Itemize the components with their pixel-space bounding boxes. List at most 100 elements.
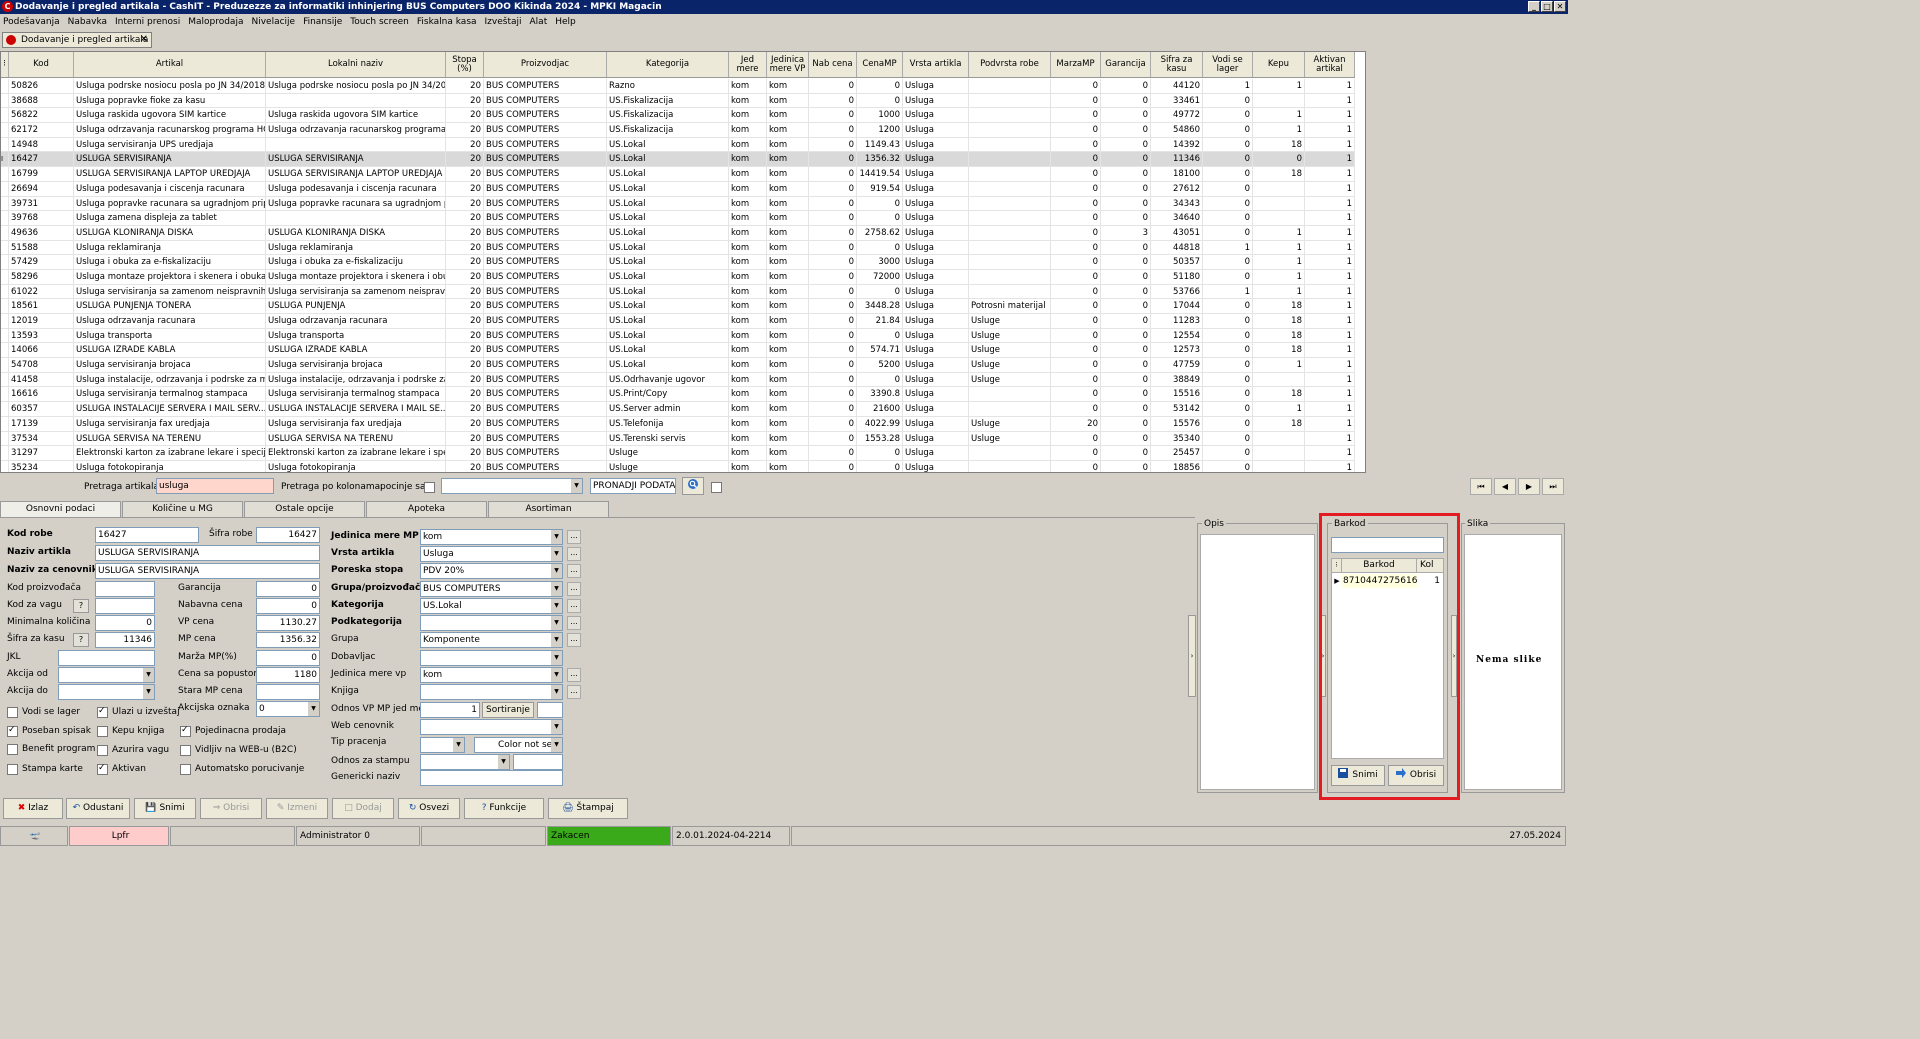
nabavna-field[interactable]: 0 <box>256 598 320 614</box>
menu-item-9[interactable]: Alat <box>530 14 548 31</box>
kod-vagu-help-button[interactable]: ? <box>73 599 89 613</box>
column-header[interactable]: Proizvodjac <box>484 52 607 77</box>
kod-vagu-field[interactable] <box>95 598 155 614</box>
sifra-kasu-field[interactable]: 11346 <box>95 632 155 648</box>
table-row[interactable]: 12019 Usluga odrzavanja racunara Usluga od… <box>1 314 1355 329</box>
min-kol-field[interactable]: 0 <box>95 615 155 631</box>
column-header[interactable]: Lokalni naziv <box>266 52 446 77</box>
menu-item-0[interactable]: Podešavanja <box>3 14 60 31</box>
kategorija-select[interactable]: US.Lokal <box>420 598 563 614</box>
menu-item-1[interactable]: Nabavka <box>68 14 107 31</box>
odnos-stampu-select[interactable] <box>420 754 510 770</box>
table-row[interactable]: 18561 USLUGA PUNJENJA TONERA USLUGA PUNJEN… <box>1 299 1355 314</box>
close-tab-icon[interactable]: ✕ <box>140 33 148 47</box>
popust-field[interactable]: 1180 <box>256 667 320 683</box>
menu-item-4[interactable]: Nivelacije <box>251 14 295 31</box>
column-header[interactable]: MarzaMP <box>1051 52 1101 77</box>
grupa-proiz-more-button[interactable]: ... <box>567 582 581 596</box>
table-row[interactable]: 60357 USLUGA INSTALACIJE SERVERA I MAIL S… <box>1 402 1355 417</box>
column-header[interactable]: Jed mere <box>729 52 767 77</box>
toolbar-button-6[interactable]: ↻ Osvezi <box>398 798 460 819</box>
menu-item-6[interactable]: Touch screen <box>350 14 409 31</box>
table-row[interactable]: 14948 Usluga servisiranja UPS uredjaja 20 B… <box>1 137 1355 153</box>
tab-1[interactable]: Količine u MG <box>122 501 243 517</box>
checkbox-7[interactable]: Vidljiv na WEB-u (B2C) <box>180 744 297 756</box>
toolbar-button-0[interactable]: ✖ Izlaz <box>3 798 63 819</box>
toolbar-button-8[interactable]: 🖨 Štampaj <box>548 798 628 819</box>
garancija-field[interactable]: 0 <box>256 581 320 597</box>
mp-field[interactable]: 1356.32 <box>256 632 320 648</box>
table-row[interactable]: 35234 Usluga fotokopiranja Usluga fotokopi… <box>1 460 1355 472</box>
sifra-kasu-help-button[interactable]: ? <box>73 633 89 647</box>
table-row[interactable]: 13593 Usluga transporta Usluga transporta 2… <box>1 328 1355 344</box>
column-header[interactable]: Sifra za kasu <box>1151 52 1203 77</box>
checkbox-1[interactable]: Ulazi u izveštaj <box>97 705 180 718</box>
column-header[interactable]: Podvrsta robe <box>969 52 1051 77</box>
stara-mp-field[interactable] <box>256 684 320 700</box>
menu-item-3[interactable]: Maloprodaja <box>188 14 243 31</box>
web-cenovnik-select[interactable] <box>420 719 563 735</box>
table-row[interactable]: 14066 USLUGA IZRADE KABLA USLUGA IZRADE KA… <box>1 343 1355 359</box>
column-header[interactable]: Aktivan artikal <box>1305 52 1355 77</box>
toolbar-button-1[interactable]: ↶ Odustani <box>66 798 130 819</box>
checkbox-4[interactable]: Pojedinacna prodaja <box>180 724 286 737</box>
last-record-button[interactable]: ⏭ <box>1542 478 1564 495</box>
table-row[interactable]: 62172 Usluga odrzavanja racunarskog progr… <box>1 123 1355 138</box>
table-row[interactable]: 26694 Usluga podesavanja i ciscenja racun… <box>1 181 1355 197</box>
menu-item-2[interactable]: Interni prenosi <box>115 14 180 31</box>
column-select[interactable] <box>441 478 583 494</box>
toolbar-button-7[interactable]: ? Funkcije <box>464 798 544 819</box>
tab-0[interactable]: Osnovni podaci <box>0 501 121 517</box>
akcijska-select[interactable]: 0 <box>256 701 320 717</box>
kod-robe-field[interactable]: 16427 <box>95 527 199 543</box>
toolbar-button-2[interactable]: 💾 Snimi <box>134 798 196 819</box>
column-header[interactable]: CenaMP <box>857 52 903 77</box>
table-row[interactable]: 50826 Usluga podrske nosiocu posla po JN … <box>1 79 1355 94</box>
table-row[interactable]: 37534 USLUGA SERVISA NA TERENU USLUGA SERV… <box>1 431 1355 447</box>
podkategorija-more-button[interactable]: ... <box>567 616 581 630</box>
sortiranje-field[interactable] <box>537 702 563 718</box>
find-input[interactable]: PRONADJI PODATAK <box>590 478 676 494</box>
tab-4[interactable]: Asortiman <box>488 501 609 517</box>
column-header[interactable]: Stopa (%) <box>446 52 484 77</box>
checkbox-8[interactable]: Stampa karte <box>7 763 83 775</box>
sifra-robe-field[interactable]: 16427 <box>256 527 320 543</box>
checkbox-6[interactable]: Azurira vagu <box>97 744 169 756</box>
vp-field[interactable]: 1130.27 <box>256 615 320 631</box>
grupa-more-button[interactable]: ... <box>567 633 581 647</box>
akcija-do-date[interactable] <box>58 684 155 700</box>
kategorija-more-button[interactable]: ... <box>567 599 581 613</box>
kod-proizvodjaca-field[interactable] <box>95 581 155 597</box>
poreska-more-button[interactable]: ... <box>567 564 581 578</box>
table-row[interactable]: 56822 Usluga raskida ugovora SIM kartice U… <box>1 108 1355 124</box>
naziv-cenovnik-field[interactable]: USLUGA SERVISIRANJA <box>95 563 320 579</box>
jkl-field[interactable] <box>58 650 155 666</box>
table-row[interactable]: I 16427 USLUGA SERVISIRANJA USLUGA SERVISIR… <box>1 152 1355 168</box>
jm-vp-select[interactable]: kom <box>420 667 563 683</box>
table-row[interactable]: 51588 Usluga reklamiranja Usluga reklamira… <box>1 240 1355 256</box>
table-row[interactable]: 16616 Usluga servisiranja termalnog stamp… <box>1 387 1355 403</box>
opis-collapse-icon[interactable]: › <box>1188 615 1196 697</box>
tip-pracenja-select[interactable] <box>420 737 465 753</box>
search-input[interactable]: usluga <box>156 478 274 494</box>
grupa-proiz-select[interactable]: BUS COMPUTERS <box>420 581 563 597</box>
checkbox-5[interactable]: Benefit program <box>7 743 95 755</box>
odnos-stampu-field[interactable] <box>513 754 563 770</box>
tab-2[interactable]: Ostale opcije <box>244 501 365 517</box>
color-select[interactable]: Color not sel <box>474 737 563 753</box>
table-row[interactable]: 38688 Usluga popravke fioke za kasu 20 BUS … <box>1 93 1355 109</box>
toolbar-button-4[interactable]: ✎ Izmeni <box>266 798 328 819</box>
knjiga-select[interactable] <box>420 684 563 700</box>
poreska-select[interactable]: PDV 20% <box>420 563 563 579</box>
table-row[interactable]: 58296 Usluga montaze projektora i skenera… <box>1 269 1355 285</box>
checkbox-9[interactable]: Aktivan <box>97 762 146 775</box>
checkbox-2[interactable]: Poseban spisak <box>7 724 91 737</box>
prev-record-button[interactable]: ◀ <box>1494 478 1516 495</box>
marza-field[interactable]: 0 <box>256 650 320 666</box>
opis-textarea[interactable] <box>1200 534 1315 790</box>
menu-item-8[interactable]: Izveštaji <box>485 14 522 31</box>
table-row[interactable]: 16799 USLUGA SERVISIRANJA LAPTOP UREDJAJA… <box>1 167 1355 182</box>
checkbox-10[interactable]: Automatsko porucivanje <box>180 763 304 775</box>
table-row[interactable]: 49636 USLUGA KLONIRANJA DISKA USLUGA KLONI… <box>1 225 1355 241</box>
toolbar-button-5[interactable]: □ Dodaj <box>332 798 394 819</box>
